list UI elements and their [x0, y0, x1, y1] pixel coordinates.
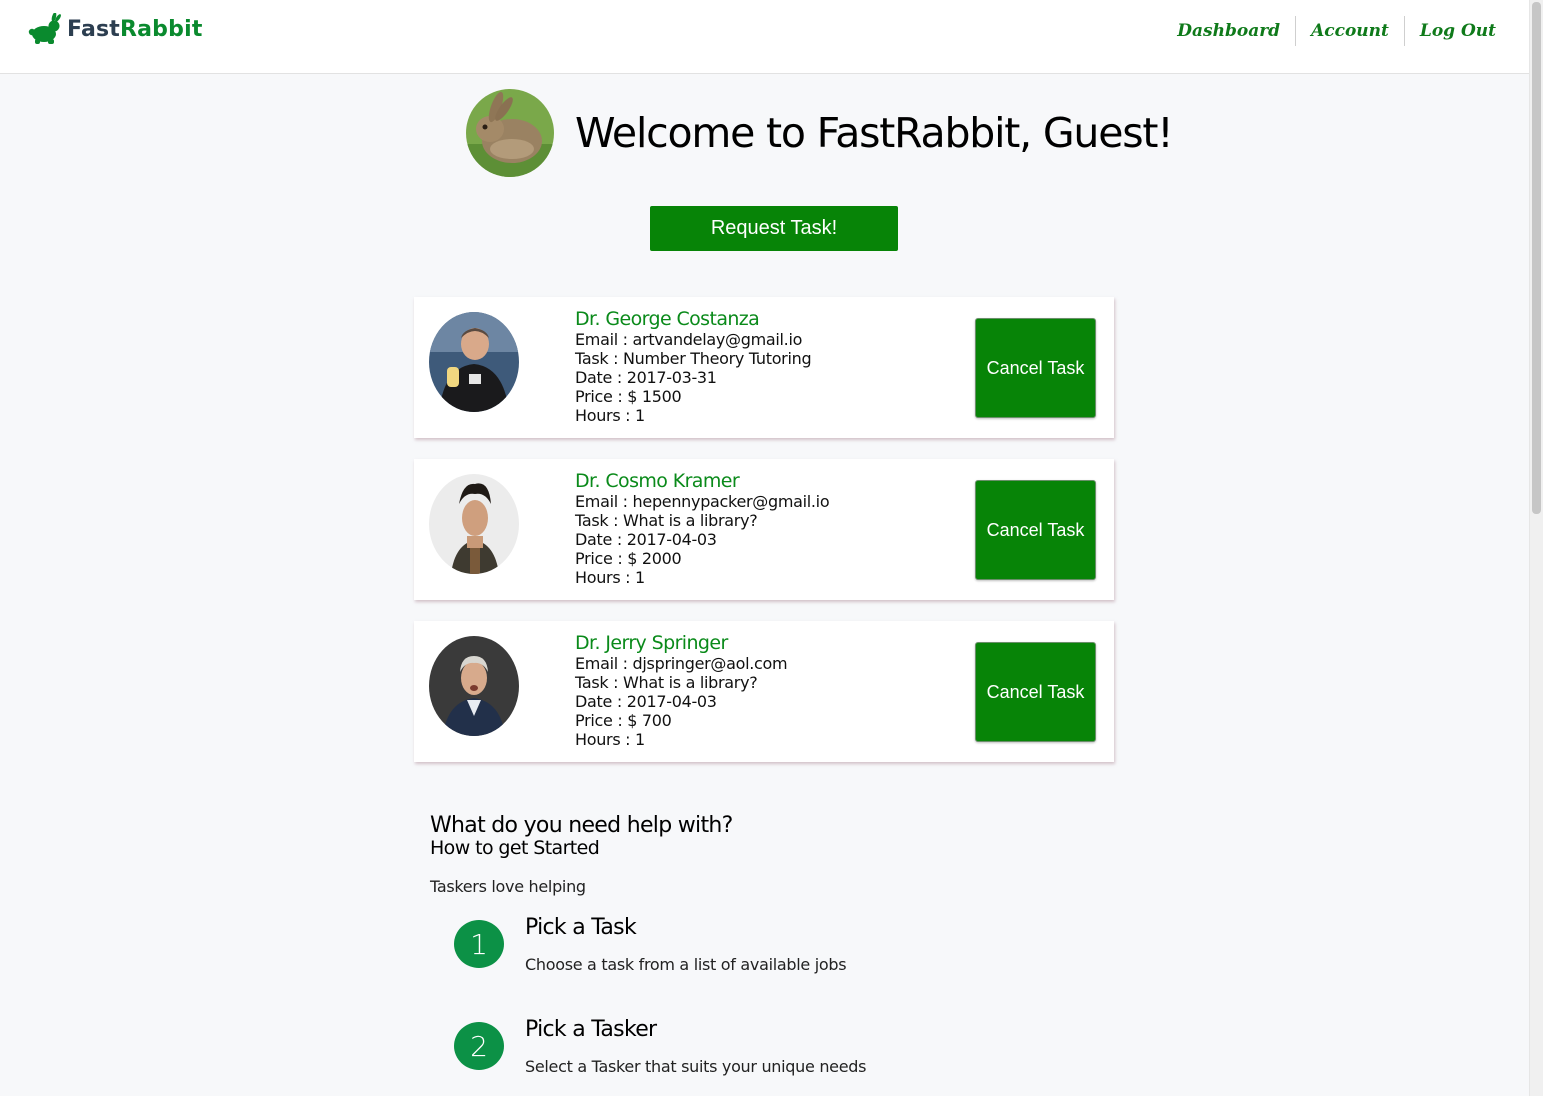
step-number-badge: 2 [454, 1022, 504, 1070]
step-title: Pick a Tasker [525, 1017, 657, 1042]
task-info: Dr. Cosmo Kramer Email : hepennypacker@g… [575, 470, 830, 587]
task-date: Date : 2017-03-31 [575, 368, 717, 387]
help-subheading: How to get Started [430, 837, 600, 859]
task-card: Dr. George Costanza Email : artvandelay@… [414, 297, 1114, 438]
step-number-badge: 1 [454, 920, 504, 968]
top-navbar: FastRabbit Dashboard Account Log Out [0, 0, 1530, 74]
task-title: Task : What is a library? [575, 673, 758, 692]
brand-name: FastRabbit [67, 16, 203, 42]
scrollbar-thumb[interactable] [1532, 2, 1541, 514]
cancel-task-button[interactable]: Cancel Task [975, 318, 1096, 418]
task-info: Dr. Jerry Springer Email : djspringer@ao… [575, 632, 788, 749]
task-title: Task : Number Theory Tutoring [575, 349, 812, 368]
step-description: Select a Tasker that suits your unique n… [525, 1057, 867, 1076]
task-price: Price : $ 1500 [575, 387, 682, 406]
task-hours: Hours : 1 [575, 406, 645, 425]
tasker-avatar [429, 474, 519, 574]
help-section: What do you need help with? How to get S… [430, 813, 733, 897]
step-description: Choose a task from a list of available j… [525, 955, 847, 974]
rabbit-icon [28, 13, 61, 44]
vertical-scrollbar[interactable] [1529, 0, 1543, 1096]
welcome-title: Welcome to FastRabbit, Guest! [575, 109, 1174, 157]
cancel-task-button[interactable]: Cancel Task [975, 480, 1096, 580]
tasker-avatar [429, 312, 519, 412]
request-task-button[interactable]: Request Task! [650, 206, 898, 251]
tasker-name: Dr. Cosmo Kramer [575, 470, 740, 492]
task-date: Date : 2017-04-03 [575, 530, 717, 549]
welcome-header: Welcome to FastRabbit, Guest! [466, 89, 1174, 177]
task-info: Dr. George Costanza Email : artvandelay@… [575, 308, 812, 425]
tasker-avatar [429, 636, 519, 736]
task-email: Email : djspringer@aol.com [575, 654, 788, 673]
cancel-task-button[interactable]: Cancel Task [975, 642, 1096, 742]
task-card: Dr. Cosmo Kramer Email : hepennypacker@g… [414, 459, 1114, 600]
step-body: Pick a Tasker Select a Tasker that suits… [525, 1017, 866, 1076]
nav-account-link[interactable]: Account [1296, 16, 1404, 46]
step-item: 1 Pick a Task Choose a task from a list … [454, 915, 847, 974]
task-price: Price : $ 2000 [575, 549, 682, 568]
rabbit-avatar [466, 89, 554, 177]
tasker-name: Dr. George Costanza [575, 308, 760, 330]
help-heading: What do you need help with? [430, 813, 733, 838]
task-email: Email : artvandelay@gmail.io [575, 330, 803, 349]
main-nav: Dashboard Account Log Out [1162, 16, 1496, 46]
nav-dashboard-link[interactable]: Dashboard [1162, 16, 1295, 46]
brand-logo[interactable]: FastRabbit [27, 13, 203, 45]
task-card: Dr. Jerry Springer Email : djspringer@ao… [414, 621, 1114, 762]
task-email: Email : hepennypacker@gmail.io [575, 492, 830, 511]
help-tagline: Taskers love helping [430, 877, 586, 896]
tasker-name: Dr. Jerry Springer [575, 632, 728, 654]
nav-logout-link[interactable]: Log Out [1405, 16, 1496, 46]
step-title: Pick a Task [525, 915, 637, 940]
task-hours: Hours : 1 [575, 730, 645, 749]
task-date: Date : 2017-04-03 [575, 692, 717, 711]
task-title: Task : What is a library? [575, 511, 758, 530]
step-body: Pick a Task Choose a task from a list of… [525, 915, 847, 974]
task-price: Price : $ 700 [575, 711, 672, 730]
task-hours: Hours : 1 [575, 568, 645, 587]
step-item: 2 Pick a Tasker Select a Tasker that sui… [454, 1017, 866, 1076]
